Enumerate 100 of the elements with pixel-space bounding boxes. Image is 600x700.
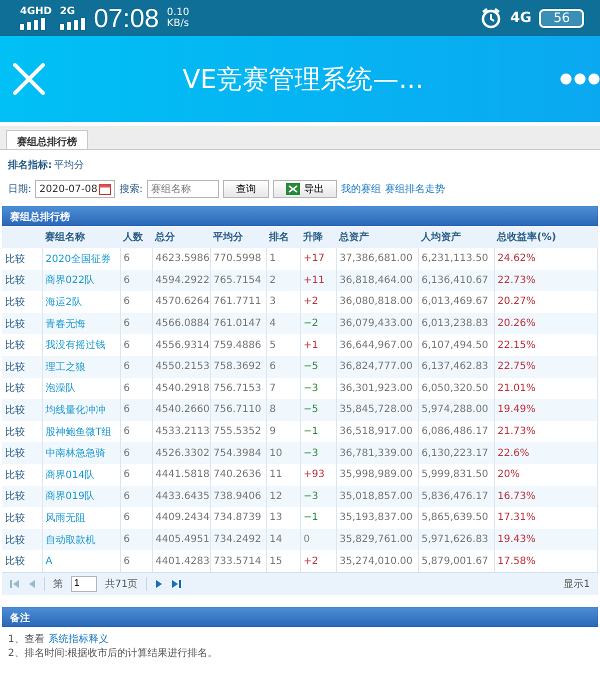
table-cell: 6 xyxy=(124,253,130,264)
indicator-value: 平均分 xyxy=(54,159,84,172)
compare-link[interactable]: 比较 xyxy=(5,448,25,460)
table-cell: 6 xyxy=(124,556,130,567)
table-cell: 734.8739 xyxy=(214,512,262,524)
table-cell: 35,018,857.00 xyxy=(340,490,413,502)
compare-link[interactable]: 比较 xyxy=(5,318,25,330)
compare-link[interactable]: 比较 xyxy=(5,362,25,373)
link[interactable]: 我的赛组 xyxy=(340,182,381,196)
table-cell: 5,865,639.50 xyxy=(422,512,488,524)
table-cell: 4526.3302 xyxy=(156,448,210,459)
table-cell: 16.73% xyxy=(498,490,536,502)
table-cell: 36,644,967.00 xyxy=(340,340,413,351)
table-cell: 4540.2660 xyxy=(156,404,210,416)
table-cell: 21.01% xyxy=(498,382,536,394)
compare-link[interactable]: 比较 xyxy=(5,491,25,502)
table-cell: +1 xyxy=(304,340,318,351)
date-field[interactable]: 2020-07-08 xyxy=(35,180,116,198)
compare-link[interactable]: 比较 xyxy=(5,254,25,265)
table-cell: 35,845,728.00 xyxy=(340,404,413,416)
table-cell: −5 xyxy=(304,404,318,416)
table-cell: 35,998,989.00 xyxy=(340,469,413,480)
table-cell: 22.6% xyxy=(498,448,530,459)
table-cell: 738.9406 xyxy=(214,490,262,502)
link[interactable]: 赛组排名走势 xyxy=(384,182,445,196)
table-cell: 755.5352 xyxy=(214,426,262,438)
table-cell: 6,050,320.50 xyxy=(422,382,488,394)
table-cell: 4566.0884 xyxy=(156,318,210,330)
export-button[interactable]: 导出 xyxy=(272,180,337,198)
table-cell: 756.7153 xyxy=(214,382,262,394)
compare-link[interactable]: 比较 xyxy=(5,512,25,524)
page-prefix: 第 xyxy=(53,578,63,591)
table-cell: +2 xyxy=(304,296,318,308)
table-cell: 5,999,831.50 xyxy=(422,469,488,480)
network-label: 4G xyxy=(510,13,532,23)
table-cell: 2 xyxy=(270,274,276,286)
page-number-field[interactable]: 1 xyxy=(71,576,97,592)
column-header: 赛组名称 xyxy=(45,232,85,243)
tab[interactable]: 赛组总排行榜 xyxy=(6,130,88,149)
page-title: VE竞赛管理系统—... xyxy=(182,64,424,96)
table-cell: 6 xyxy=(124,296,130,308)
compare-link[interactable]: 比较 xyxy=(5,426,25,438)
column-header: 总收益率(%) xyxy=(497,232,556,243)
close-icon[interactable] xyxy=(12,62,46,96)
compare-link[interactable]: 比较 xyxy=(5,556,25,568)
table-cell: 36,079,433.00 xyxy=(340,318,413,330)
table-cell: 4401.4283 xyxy=(156,556,210,567)
last-page-icon[interactable] xyxy=(170,578,181,589)
compare-link[interactable]: 比较 xyxy=(5,404,25,416)
compare-link[interactable]: 比较 xyxy=(5,470,25,481)
date-label: 日期: xyxy=(8,182,32,196)
table-cell: −1 xyxy=(304,512,318,524)
table-cell: 4556.9314 xyxy=(156,340,210,351)
table-cell: +2 xyxy=(304,556,318,567)
signal-icon xyxy=(60,18,86,30)
search-label: 搜索: xyxy=(119,182,143,196)
table-cell: 5 xyxy=(270,340,276,351)
table-cell: 6 xyxy=(124,448,130,459)
table-cell: 24.62% xyxy=(498,253,536,264)
table-cell: 11 xyxy=(270,469,282,480)
table-cell: 12 xyxy=(270,490,282,502)
table-cell: 4433.6435 xyxy=(156,490,210,502)
table-cell: 6 xyxy=(124,490,130,502)
note-link[interactable]: 系统指标释义 xyxy=(48,632,108,647)
next-page-icon[interactable] xyxy=(154,578,163,589)
clock: 07:08 xyxy=(94,2,159,34)
table-cell: 37,386,681.00 xyxy=(340,253,413,264)
table-cell: 35,274,010.00 xyxy=(340,556,413,567)
more-icon[interactable] xyxy=(560,73,600,85)
compare-link[interactable]: 比较 xyxy=(5,340,25,352)
table-cell: 733.5714 xyxy=(214,556,262,567)
compare-link[interactable]: 比较 xyxy=(5,534,25,546)
table-cell: 6 xyxy=(124,382,130,394)
table-cell: 36,824,777.00 xyxy=(340,361,413,372)
table-cell: 6,013,238.83 xyxy=(422,318,488,330)
column-header: 排名 xyxy=(269,232,289,243)
table-cell: 740.2636 xyxy=(214,469,262,480)
table-cell: 7 xyxy=(270,382,276,394)
compare-link[interactable]: 比较 xyxy=(5,275,25,286)
calendar-icon[interactable] xyxy=(99,183,112,195)
query-button[interactable]: 查询 xyxy=(222,180,269,198)
table-cell: 4550.2153 xyxy=(156,361,210,372)
spreadsheet-icon xyxy=(286,183,300,195)
compare-link[interactable]: 比较 xyxy=(5,296,25,308)
table-cell: +17 xyxy=(304,253,325,264)
table-cell: 6,136,410.67 xyxy=(422,274,488,286)
table-cell: 20% xyxy=(498,469,520,480)
table-cell: 6 xyxy=(124,318,130,330)
table-cell: 6 xyxy=(124,404,130,416)
column-header: 人均资产 xyxy=(421,232,461,243)
table-cell: −3 xyxy=(304,382,318,394)
table-cell: 4533.2113 xyxy=(156,426,210,438)
page-total: 共71页 xyxy=(105,578,138,591)
compare-link[interactable]: 比较 xyxy=(5,383,25,394)
table-cell: 22.75% xyxy=(498,361,536,372)
search-field[interactable]: 赛组名称 xyxy=(146,180,219,198)
table-cell: 6,086,486.17 xyxy=(422,426,488,438)
table-cell: 6 xyxy=(124,340,130,351)
table-cell: 35,829,761.00 xyxy=(340,534,413,546)
table-cell: 765.7154 xyxy=(214,274,262,286)
